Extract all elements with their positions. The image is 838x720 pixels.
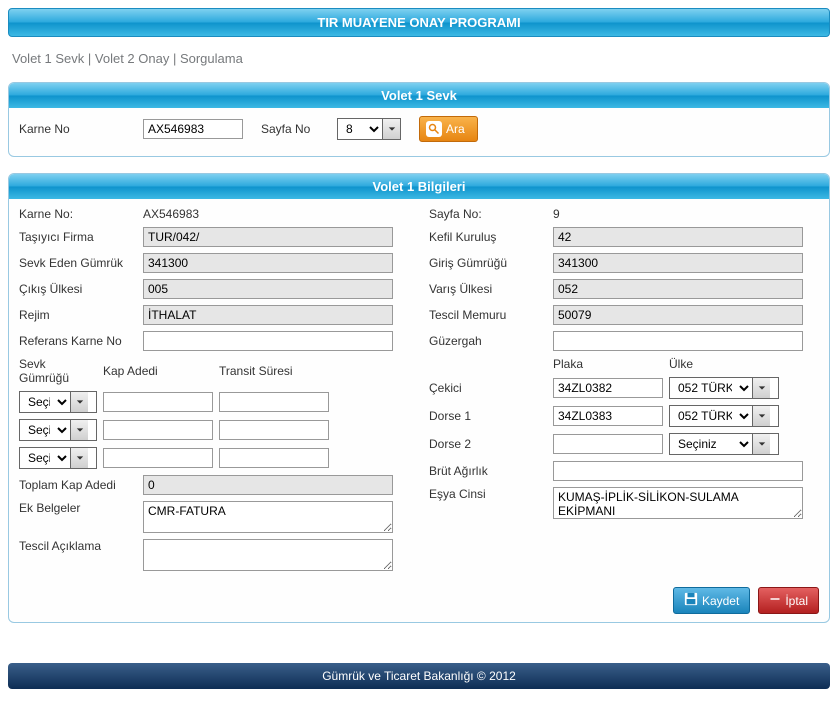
- panel-header: Volet 1 Sevk: [9, 83, 829, 108]
- button-iptal[interactable]: İptal: [758, 587, 819, 614]
- label-brut: Brüt Ağırlık: [429, 464, 547, 478]
- chevron-down-icon: [752, 406, 770, 426]
- input-transit2[interactable]: [219, 420, 329, 440]
- label-plaka: Plaka: [553, 357, 663, 371]
- chevron-down-icon: [752, 434, 770, 454]
- value-karne-no: AX546983: [143, 207, 199, 221]
- input-giris[interactable]: [553, 253, 803, 273]
- input-dorse1-plaka[interactable]: [553, 406, 663, 426]
- input-kap1[interactable]: [103, 392, 213, 412]
- menu-volet2-onay[interactable]: Volet 2 Onay: [95, 51, 169, 66]
- app-title: TIR MUAYENE ONAY PROGRAMI: [8, 8, 830, 37]
- label-tasiyici: Taşıyıcı Firma: [19, 230, 137, 244]
- input-tasiyici[interactable]: [143, 227, 393, 247]
- input-toplam-kap[interactable]: [143, 475, 393, 495]
- label-kefil: Kefil Kuruluş: [429, 230, 547, 244]
- panel-header-bilgileri: Volet 1 Bilgileri: [9, 174, 829, 199]
- input-kap2[interactable]: [103, 420, 213, 440]
- chevron-down-icon: [70, 392, 88, 412]
- label-kap-adedi: Kap Adedi: [103, 364, 213, 378]
- input-rejim[interactable]: [143, 305, 393, 325]
- label-ek-belge: Ek Belgeler: [19, 501, 137, 515]
- input-guzergah[interactable]: [553, 331, 803, 351]
- panel-volet1-sevk: Volet 1 Sevk Karne No Sayfa No 8 Ara: [8, 82, 830, 157]
- value-sayfa-no: 9: [553, 207, 560, 221]
- input-referans[interactable]: [143, 331, 393, 351]
- label-ulke: Ülke: [669, 357, 779, 371]
- button-ara[interactable]: Ara: [419, 116, 478, 142]
- select-sevk1[interactable]: Seçiniz: [19, 391, 97, 413]
- label-karne-no: Karne No: [19, 122, 137, 136]
- input-karne-no[interactable]: [143, 119, 243, 139]
- label-dorse1: Dorse 1: [429, 409, 547, 423]
- label-toplam-kap: Toplam Kap Adedi: [19, 478, 137, 492]
- select-sevk2[interactable]: Seçiniz: [19, 419, 97, 441]
- label-rejim: Rejim: [19, 308, 137, 322]
- label-giris: Giriş Gümrüğü: [429, 256, 547, 270]
- button-kaydet[interactable]: Kaydet: [673, 587, 750, 614]
- select-dorse1-ulke[interactable]: 052 TÜRKİYE: [669, 405, 779, 427]
- menu-volet1-sevk[interactable]: Volet 1 Sevk: [12, 51, 84, 66]
- textarea-ek-belge[interactable]: [143, 501, 393, 533]
- label-dorse2: Dorse 2: [429, 437, 547, 451]
- footer: Gümrük ve Ticaret Bakanlığı © 2012: [8, 663, 830, 689]
- label-sevk-gumruk: Sevk Gümrüğü: [19, 357, 97, 385]
- input-cekici-plaka[interactable]: [553, 378, 663, 398]
- menu-sorgulama[interactable]: Sorgulama: [180, 51, 243, 66]
- textarea-esya[interactable]: [553, 487, 803, 519]
- input-varis[interactable]: [553, 279, 803, 299]
- label-tescil-mem: Tescil Memuru: [429, 308, 547, 322]
- label-sayfa-no: Sayfa No: [261, 122, 331, 136]
- chevron-down-icon: [752, 378, 770, 398]
- main-menu: Volet 1 Sevk | Volet 2 Onay | Sorgulama: [12, 51, 826, 66]
- label-sayfa-no2: Sayfa No:: [429, 207, 547, 221]
- chevron-down-icon: [70, 420, 88, 440]
- select-dorse2-ulke[interactable]: Seçiniz: [669, 433, 779, 455]
- search-icon: [426, 121, 442, 137]
- label-guzergah: Güzergah: [429, 334, 547, 348]
- label-referans: Referans Karne No: [19, 334, 137, 348]
- label-transit: Transit Süresi: [219, 364, 329, 378]
- select-sayfa-no[interactable]: 8: [337, 118, 401, 140]
- label-varis: Varış Ülkesi: [429, 282, 547, 296]
- select-cekici-ulke[interactable]: 052 TÜRKİYE: [669, 377, 779, 399]
- label-cekici: Çekici: [429, 381, 547, 395]
- input-kap3[interactable]: [103, 448, 213, 468]
- panel-volet1-bilgileri: Volet 1 Bilgileri Karne No: AX546983 Taşı…: [8, 173, 830, 623]
- chevron-down-icon: [70, 448, 88, 468]
- input-transit1[interactable]: [219, 392, 329, 412]
- input-brut[interactable]: [553, 461, 803, 481]
- label-sevk-eden: Sevk Eden Gümrük: [19, 256, 137, 270]
- save-icon: [684, 592, 698, 609]
- input-transit3[interactable]: [219, 448, 329, 468]
- input-cikis[interactable]: [143, 279, 393, 299]
- select-sevk3[interactable]: Seçiniz: [19, 447, 97, 469]
- label-cikis: Çıkış Ülkesi: [19, 282, 137, 296]
- label-karne-no2: Karne No:: [19, 207, 137, 221]
- textarea-tescil-aciklama[interactable]: [143, 539, 393, 571]
- input-kefil[interactable]: [553, 227, 803, 247]
- label-tescil-aciklama: Tescil Açıklama: [19, 539, 137, 553]
- chevron-down-icon: [382, 119, 400, 139]
- label-esya: Eşya Cinsi: [429, 487, 547, 501]
- input-sevk-eden[interactable]: [143, 253, 393, 273]
- cancel-icon: [769, 593, 781, 608]
- input-dorse2-plaka[interactable]: [553, 434, 663, 454]
- input-tescil-mem[interactable]: [553, 305, 803, 325]
